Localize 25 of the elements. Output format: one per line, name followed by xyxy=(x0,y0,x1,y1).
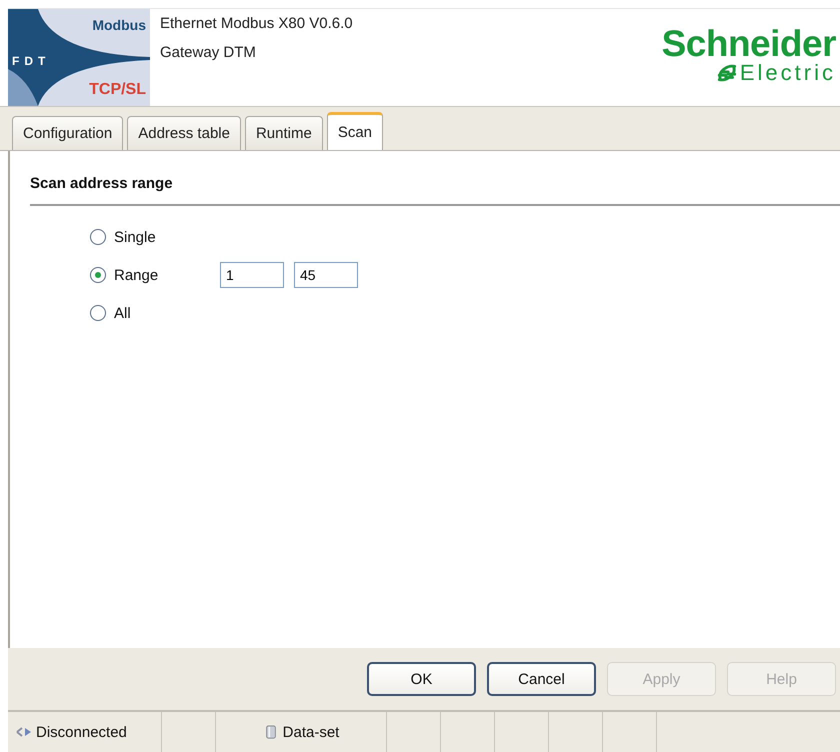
radio-label: All xyxy=(114,304,132,322)
section-title: Scan address range xyxy=(30,175,840,206)
radio-label: Range xyxy=(114,266,160,284)
brand-name: Schneider xyxy=(662,25,836,62)
logo-text: FDT xyxy=(12,54,50,68)
status-text: Disconnected xyxy=(36,724,127,740)
input-field[interactable]: 45 xyxy=(294,262,358,288)
brand-subtitle: Electric xyxy=(740,62,836,84)
plug-icon xyxy=(16,725,32,739)
radio-button[interactable] xyxy=(90,305,106,321)
device-title: Ethernet Modbus X80 V0.6.0 xyxy=(160,15,353,32)
tab[interactable]: Scan xyxy=(326,112,384,150)
status-text: Data-set xyxy=(282,724,340,740)
input-field[interactable]: 1 xyxy=(220,262,284,288)
logo-text: TCP/SL xyxy=(89,81,146,99)
logo-text: Modbus xyxy=(92,17,146,33)
dialog-button[interactable]: Cancel xyxy=(487,662,596,696)
tab[interactable]: Address table xyxy=(127,116,241,150)
radio-label: Single xyxy=(114,228,157,246)
radio-button[interactable] xyxy=(90,267,106,283)
dialog-button[interactable]: OK xyxy=(367,662,476,696)
device-subtitle: Gateway DTM xyxy=(160,44,257,61)
tab[interactable]: Configuration xyxy=(12,116,124,150)
radio-button[interactable] xyxy=(90,229,106,245)
tab[interactable]: Runtime xyxy=(244,116,323,150)
